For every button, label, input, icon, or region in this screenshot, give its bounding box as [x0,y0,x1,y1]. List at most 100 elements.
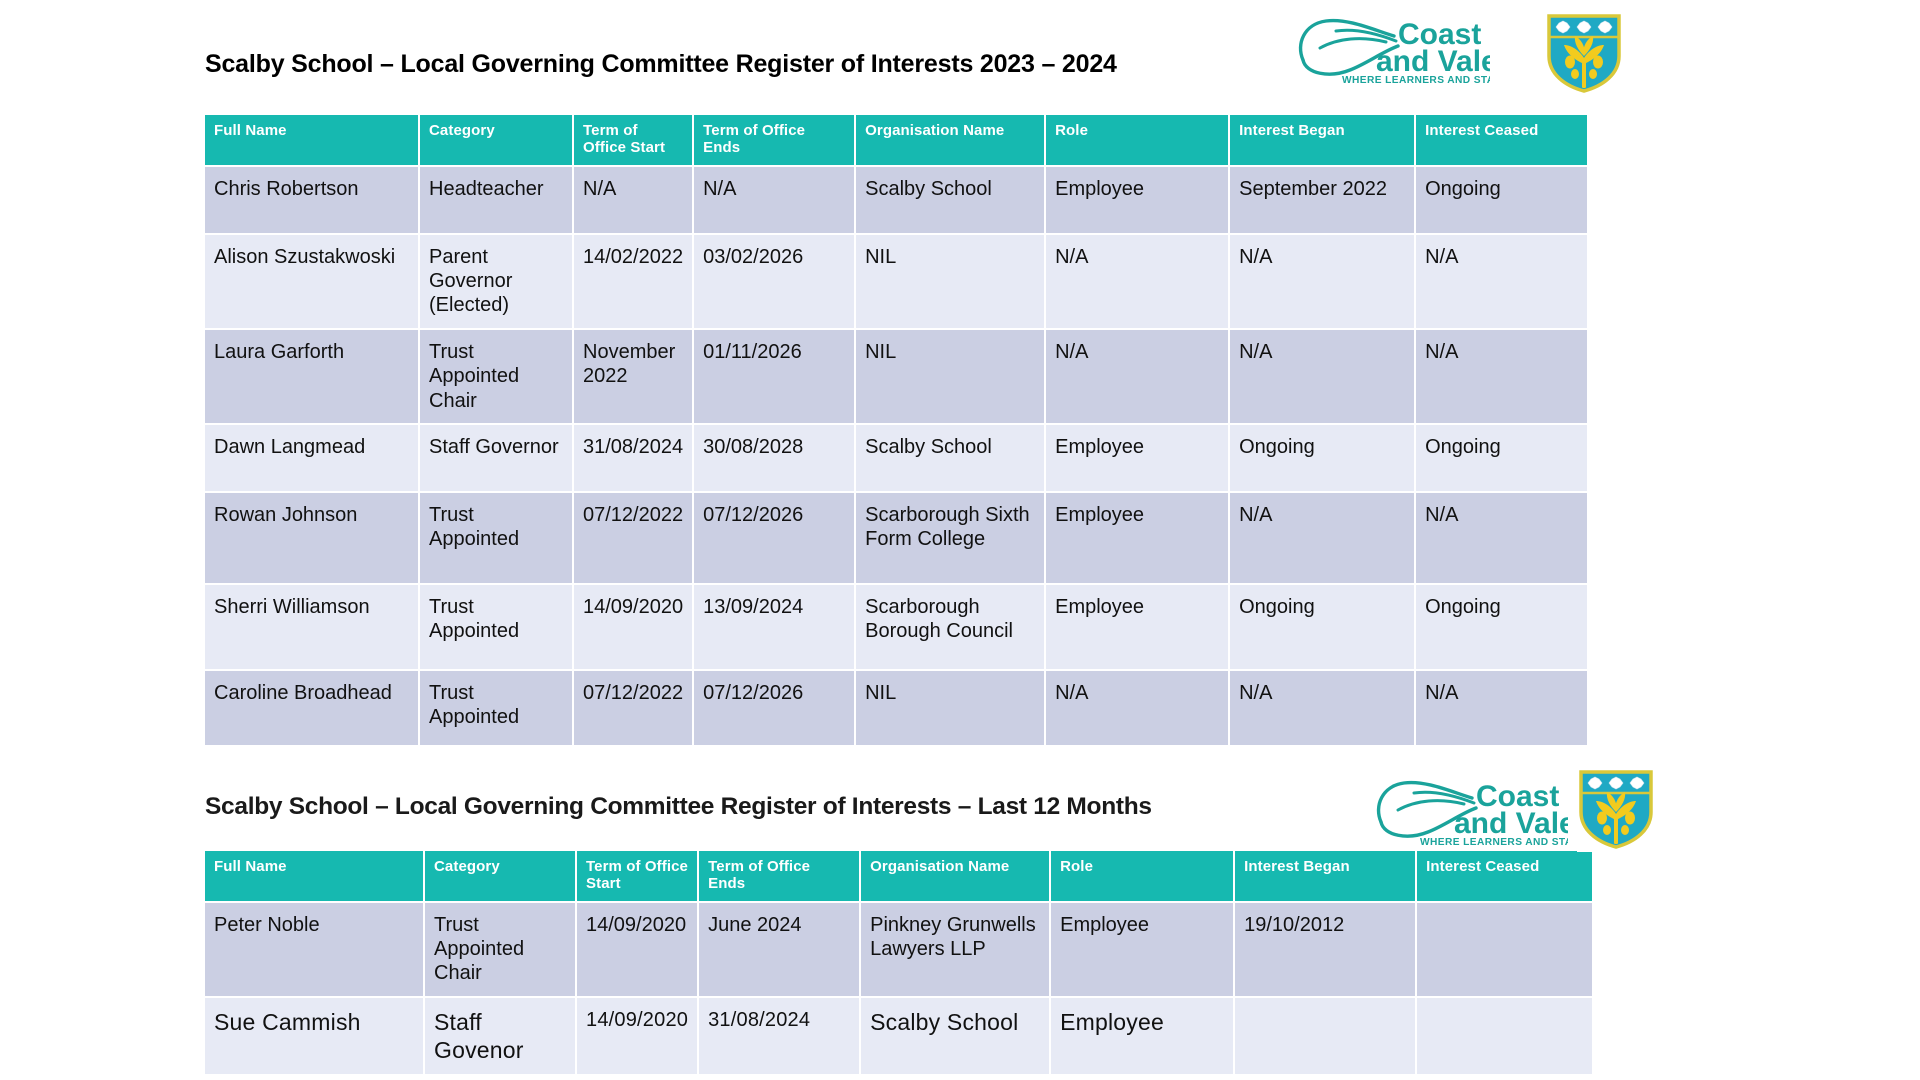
col-header-term-ends: Term of Office Ends [694,115,855,165]
cell-category: Headteacher [420,166,572,233]
cell-interest-ceased: N/A [1416,670,1588,745]
table-row: Chris Robertson Headteacher N/A N/A Scal… [205,166,1588,233]
col-header-category: Category [420,115,572,165]
cell-term-start: 14/09/2020 [577,902,698,996]
register-table-2023-2024: Full Name Category Term of Office Start … [203,113,1590,747]
cell-interest-began: Ongoing [1230,424,1415,491]
cell-interest-began [1235,997,1416,1074]
cell-term-end: 07/12/2026 [694,492,855,583]
col-header-interest-ceased: Interest Ceased [1417,851,1593,901]
table-row: Dawn Langmead Staff Governor 31/08/2024 … [205,424,1588,491]
col-header-category: Category [425,851,575,901]
table-row: Laura Garforth Trust Appointed Chair Nov… [205,329,1588,423]
cell-role: Employee [1046,584,1229,669]
cell-category: Trust Appointed [420,492,572,583]
cell-term-start: 07/12/2022 [574,492,693,583]
col-header-term-start: Term of Office Start [574,115,693,165]
cell-role: Employee [1051,902,1234,996]
section-1-title-row: Scalby School – Local Governing Committe… [205,50,1117,79]
cell-interest-ceased [1417,997,1593,1074]
cell-category: Parent Governor (Elected) [420,234,572,328]
table-row: Caroline Broadhead Trust Appointed 07/12… [205,670,1588,745]
cell-term-end: N/A [694,166,855,233]
cell-full-name: Sherri Williamson [205,584,418,669]
cell-interest-ceased: N/A [1416,234,1588,328]
cell-organisation: Scarborough Borough Council [856,584,1045,669]
cell-interest-ceased: N/A [1416,492,1588,583]
cell-interest-ceased: Ongoing [1416,584,1588,669]
cell-full-name: Peter Noble [205,902,423,996]
col-header-term-start: Term of Office Start [577,851,698,901]
cell-interest-began: September 2022 [1230,166,1415,233]
col-header-organisation: Organisation Name [861,851,1050,901]
cell-term-start: 07/12/2022 [574,670,693,745]
document-page: Scalby School – Local Governing Committe… [0,0,1920,1080]
cell-term-start: 31/08/2024 [574,424,693,491]
col-header-full-name: Full Name [205,851,423,901]
cell-category: Trust Appointed [420,670,572,745]
table-header-row: Full Name Category Term of Office Start … [205,851,1593,901]
school-crest-logo [1545,12,1623,94]
cell-role: Employee [1046,492,1229,583]
table-row: Peter Noble Trust Appointed Chair 14/09/… [205,902,1593,996]
cell-organisation: Scalby School [856,166,1045,233]
table-row: Sue Cammish Staff Govenor 14/09/2020 31/… [205,997,1593,1074]
cell-full-name: Chris Robertson [205,166,418,233]
cell-term-start: N/A [574,166,693,233]
cell-organisation: NIL [856,670,1045,745]
page-title-2: Scalby School – Local Governing Committe… [205,793,1152,820]
cell-term-start: November 2022 [574,329,693,423]
cell-organisation: Scarborough Sixth Form College [856,492,1045,583]
cell-organisation: NIL [856,329,1045,423]
cell-full-name: Sue Cammish [205,997,423,1074]
section-2-title-row: Scalby School – Local Governing Committe… [205,793,1152,821]
page-title-1: Scalby School – Local Governing Committe… [205,50,1117,78]
cell-full-name: Alison Szustakwoski [205,234,418,328]
coast-and-vale-logo-secondary: Coast and Vale WHERE LEARNERS AND STAFF … [1368,770,1628,848]
cell-category: Trust Appointed [420,584,572,669]
cell-term-end: June 2024 [699,902,860,996]
table-header-row: Full Name Category Term of Office Start … [205,115,1588,165]
cell-interest-ceased [1417,902,1593,996]
svg-text:WHERE LEARNERS AND STAFF THRIV: WHERE LEARNERS AND STAFF THRIVE [1342,75,1490,86]
cell-interest-began: 19/10/2012 [1235,902,1416,996]
cell-term-end: 30/08/2028 [694,424,855,491]
school-crest-logo-secondary [1577,766,1655,852]
cell-interest-began: N/A [1230,234,1415,328]
cell-term-end: 01/11/2026 [694,329,855,423]
cell-organisation: NIL [856,234,1045,328]
col-header-role: Role [1046,115,1229,165]
table-row: Alison Szustakwoski Parent Governor (Ele… [205,234,1588,328]
cell-category: Staff Governor [420,424,572,491]
col-header-term-ends: Term of Office Ends [699,851,860,901]
svg-text:and Vale: and Vale [1454,807,1568,840]
cell-full-name: Dawn Langmead [205,424,418,491]
col-header-interest-began: Interest Began [1235,851,1416,901]
cell-term-end: 13/09/2024 [694,584,855,669]
cell-interest-ceased: N/A [1416,329,1588,423]
cell-term-end: 07/12/2026 [694,670,855,745]
cell-category: Staff Govenor [425,997,575,1074]
cell-category: Trust Appointed Chair [425,902,575,996]
cell-term-end: 03/02/2026 [694,234,855,328]
cell-organisation: Scalby School [856,424,1045,491]
col-header-organisation: Organisation Name [856,115,1045,165]
cell-role: N/A [1046,329,1229,423]
cell-role: Employee [1046,166,1229,233]
cell-role: N/A [1046,670,1229,745]
table-row: Sherri Williamson Trust Appointed 14/09/… [205,584,1588,669]
cell-interest-began: N/A [1230,329,1415,423]
coast-and-vale-logo: Coast and Vale WHERE LEARNERS AND STAFF … [1290,8,1550,86]
cell-full-name: Caroline Broadhead [205,670,418,745]
col-header-role: Role [1051,851,1234,901]
cell-organisation: Scalby School [861,997,1050,1074]
cell-interest-began: N/A [1230,492,1415,583]
cell-organisation: Pinkney Grunwells Lawyers LLP [861,902,1050,996]
cell-interest-ceased: Ongoing [1416,166,1588,233]
col-header-interest-began: Interest Began [1230,115,1415,165]
cell-role: Employee [1046,424,1229,491]
cell-term-end: 31/08/2024 [699,997,860,1074]
cell-category: Trust Appointed Chair [420,329,572,423]
cell-term-start: 14/02/2022 [574,234,693,328]
cell-term-start: 14/09/2020 [577,997,698,1074]
